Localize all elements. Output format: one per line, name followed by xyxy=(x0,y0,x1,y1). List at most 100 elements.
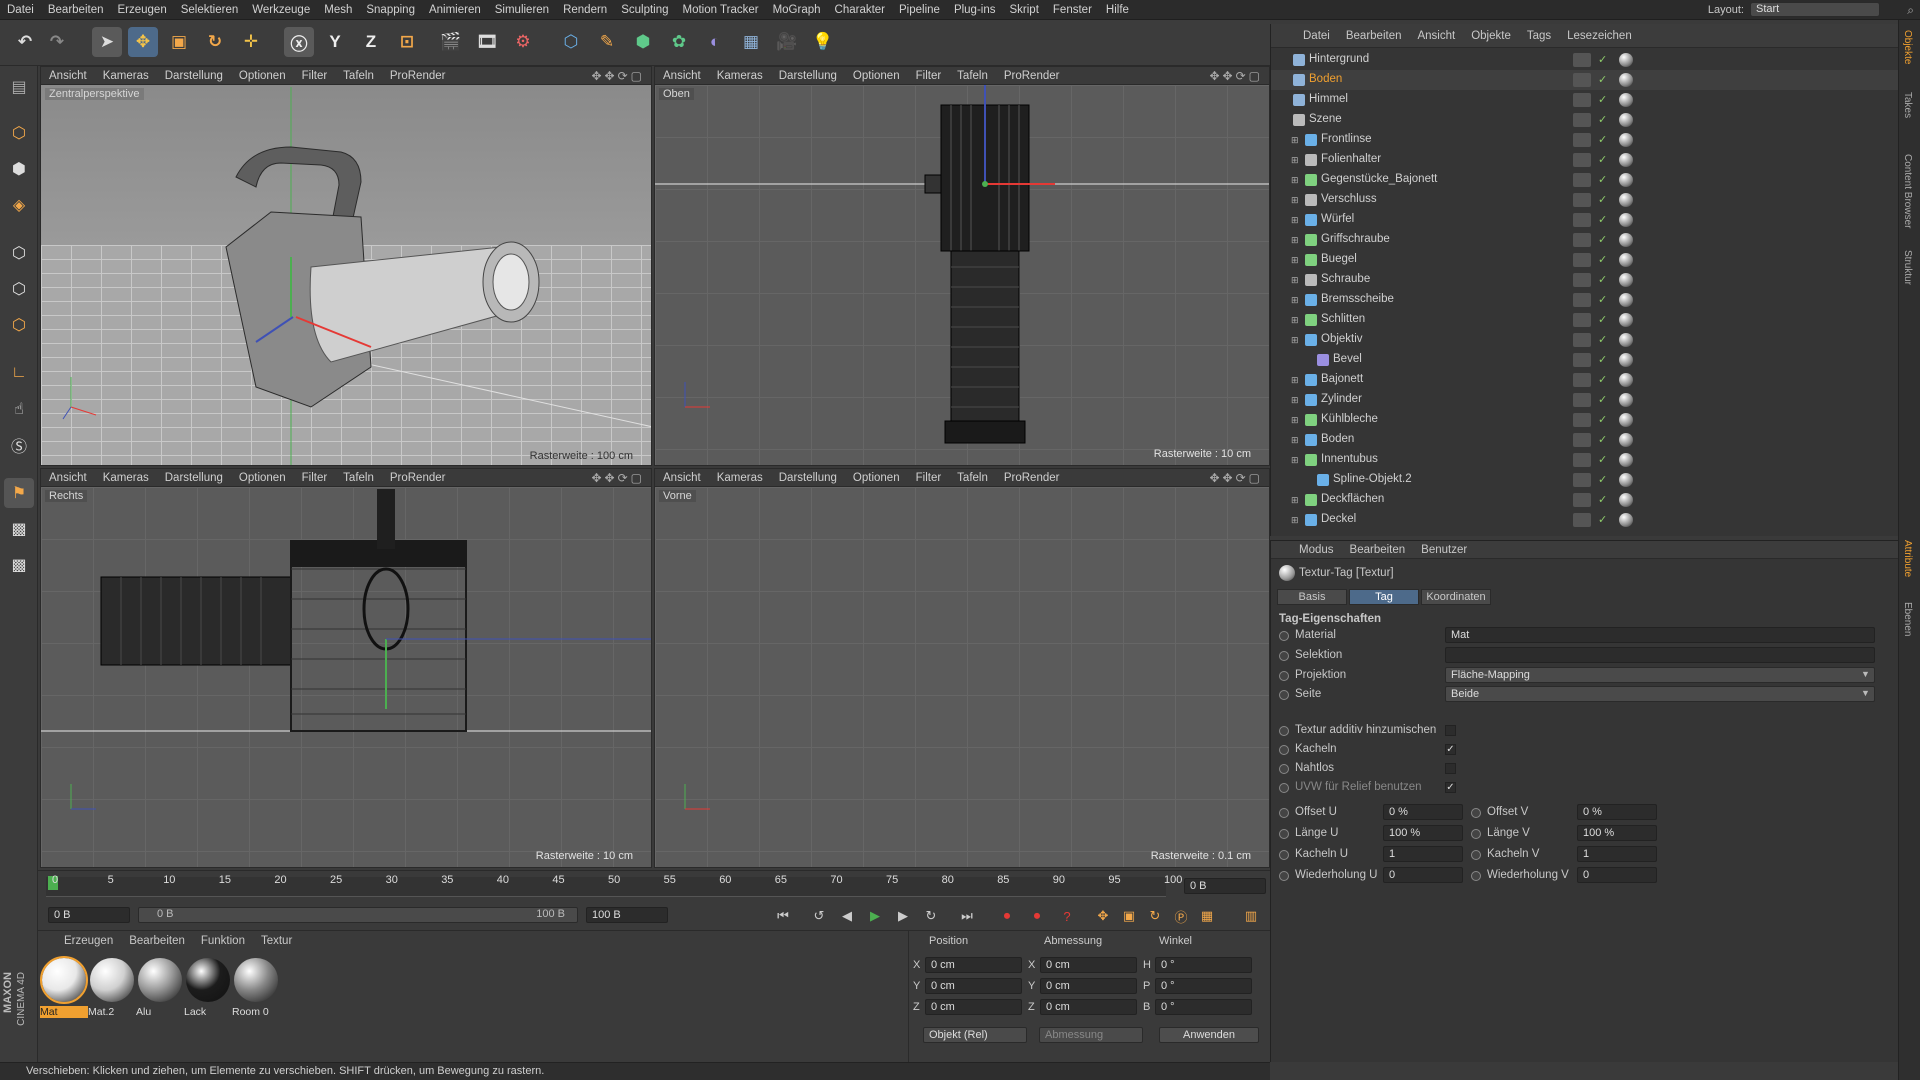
timeline[interactable]: 0 B 0 5 10 15 20 25 30 35 40 45 50 55 60 65 70 75 80 85 90… xyxy=(38,870,1270,902)
viewport-nav-icons[interactable]: ✥✥⟳▢ xyxy=(1209,471,1263,485)
visibility-dots[interactable] xyxy=(1573,273,1591,287)
pair-value-field[interactable]: 0 xyxy=(1383,867,1463,883)
object-row[interactable]: ⊞ Schlitten ✓ xyxy=(1271,310,1899,330)
object-row[interactable]: ⊞ Buegel ✓ xyxy=(1271,250,1899,270)
chevron-down-icon[interactable]: ▼ xyxy=(1861,669,1870,679)
object-menu-item[interactable]: Tags xyxy=(1519,30,1559,42)
object-name[interactable]: Frontlinse xyxy=(1321,133,1372,145)
object-menu-item[interactable]: Datei xyxy=(1295,30,1338,42)
object-name[interactable]: Gegenstücke_Bajonett xyxy=(1321,173,1437,185)
animation-radio[interactable] xyxy=(1279,745,1289,755)
enabled-check-icon[interactable]: ✓ xyxy=(1598,393,1607,406)
animation-radio[interactable] xyxy=(1279,783,1289,793)
pair-value-field[interactable]: 0 % xyxy=(1383,804,1463,820)
visibility-dots[interactable] xyxy=(1573,53,1591,67)
object-name[interactable]: Würfel xyxy=(1321,213,1354,225)
enabled-check-icon[interactable]: ✓ xyxy=(1598,493,1607,506)
chevron-down-icon[interactable]: ▼ xyxy=(1861,688,1870,698)
camera-icon[interactable]: 🎥 xyxy=(772,27,802,57)
visibility-dots[interactable] xyxy=(1573,93,1591,107)
object-row[interactable]: ⊞ Verschluss ✓ xyxy=(1271,190,1899,210)
expand-icon[interactable]: ⊞ xyxy=(1291,335,1299,346)
enabled-check-icon[interactable]: ✓ xyxy=(1598,473,1607,486)
pair-value-field[interactable]: 100 % xyxy=(1577,825,1657,841)
animation-radio[interactable] xyxy=(1279,651,1289,661)
viewport-top[interactable]: Ansicht Kameras Darstellung Optionen Filter T… xyxy=(654,66,1270,466)
visibility-dots[interactable] xyxy=(1573,253,1591,267)
menu-item[interactable]: Snapping xyxy=(359,4,422,16)
object-row[interactable]: ⊞ Gegenstücke_Bajonett ✓ xyxy=(1271,170,1899,190)
previous-frame-icon[interactable]: ◀ xyxy=(836,906,858,926)
material-tag-icon[interactable] xyxy=(1619,353,1633,367)
visibility-dots[interactable] xyxy=(1573,113,1591,127)
animation-radio[interactable] xyxy=(1279,850,1289,860)
checkbox[interactable]: ✓ xyxy=(1445,744,1456,755)
object-row[interactable]: ⊞ Innentubus ✓ xyxy=(1271,450,1899,470)
object-row[interactable]: ⊞ Griffschraube ✓ xyxy=(1271,230,1899,250)
expand-icon[interactable]: ⊞ xyxy=(1291,155,1299,166)
material-tag-icon[interactable] xyxy=(1619,313,1633,327)
enabled-check-icon[interactable]: ✓ xyxy=(1598,73,1607,86)
object-name[interactable]: Boden xyxy=(1309,73,1342,85)
material-tag-icon[interactable] xyxy=(1619,293,1633,307)
visibility-dots[interactable] xyxy=(1573,173,1591,187)
object-menu-item[interactable]: Objekte xyxy=(1463,30,1519,42)
animation-radio[interactable] xyxy=(1279,690,1289,700)
animation-radio[interactable] xyxy=(1279,671,1289,681)
autokey-icon[interactable]: ⏺ xyxy=(1026,906,1048,926)
render-picture-icon[interactable]: 🎞 xyxy=(472,27,502,57)
redo-icon[interactable]: ↷ xyxy=(42,27,72,57)
material-tag-icon[interactable] xyxy=(1619,193,1633,207)
animation-radio[interactable] xyxy=(1471,829,1481,839)
coord-size-field[interactable]: 0 cm xyxy=(1040,978,1137,994)
object-name[interactable]: Schraube xyxy=(1321,273,1370,285)
enabled-check-icon[interactable]: ✓ xyxy=(1598,313,1607,326)
menu-item[interactable]: Werkzeuge xyxy=(245,4,317,16)
enabled-check-icon[interactable]: ✓ xyxy=(1598,93,1607,106)
light-icon[interactable]: 💡 xyxy=(808,27,838,57)
workplane-icon[interactable]: ◈ xyxy=(4,190,34,220)
object-name[interactable]: Himmel xyxy=(1309,93,1348,105)
render-settings-icon[interactable]: ⚙ xyxy=(508,27,538,57)
object-name[interactable]: Buegel xyxy=(1321,253,1357,265)
material-tag-icon[interactable] xyxy=(1619,493,1633,507)
side-tab[interactable]: Content Browser xyxy=(1902,154,1913,228)
visibility-dots[interactable] xyxy=(1573,393,1591,407)
select-tool-icon[interactable]: ➤ xyxy=(92,27,122,57)
enabled-check-icon[interactable]: ✓ xyxy=(1598,353,1607,366)
attribute-menu-item[interactable]: Benutzer xyxy=(1413,544,1475,556)
enabled-check-icon[interactable]: ✓ xyxy=(1598,193,1607,206)
visibility-dots[interactable] xyxy=(1573,133,1591,147)
material-field[interactable]: Mat xyxy=(1445,627,1875,643)
object-row[interactable]: ⊞ Würfel ✓ xyxy=(1271,210,1899,230)
move-tool-icon[interactable]: ✥ xyxy=(128,27,158,57)
spline-pen-icon[interactable]: ✎ xyxy=(592,27,622,57)
object-row[interactable]: ⊞ Boden ✓ xyxy=(1271,430,1899,450)
object-name[interactable]: Folienhalter xyxy=(1321,153,1381,165)
object-menu-item[interactable]: Bearbeiten xyxy=(1338,30,1410,42)
enabled-check-icon[interactable]: ✓ xyxy=(1598,133,1607,146)
object-row[interactable]: ⊞ Schraube ✓ xyxy=(1271,270,1899,290)
visibility-dots[interactable] xyxy=(1573,293,1591,307)
grid-icon[interactable]: ▩ xyxy=(4,550,34,580)
enabled-check-icon[interactable]: ✓ xyxy=(1598,273,1607,286)
viewport-nav-icons[interactable]: ✥✥⟳▢ xyxy=(591,69,645,83)
search-icon[interactable]: ⌕ xyxy=(1907,3,1914,18)
animation-radio[interactable] xyxy=(1279,871,1289,881)
object-name[interactable]: Kühlbleche xyxy=(1321,413,1378,425)
pair-value-field[interactable]: 0 xyxy=(1577,867,1657,883)
object-row[interactable]: ⊞ Deckel ✓ xyxy=(1271,510,1899,530)
axis-z-button[interactable]: Z xyxy=(356,27,386,57)
object-row[interactable]: Hintergrund ✓ xyxy=(1271,50,1899,70)
scale-key-icon[interactable]: ▣ xyxy=(1118,906,1140,926)
material-tag-icon[interactable] xyxy=(1619,53,1633,67)
object-name[interactable]: Boden xyxy=(1321,433,1354,445)
visibility-dots[interactable] xyxy=(1573,153,1591,167)
material-tag-icon[interactable] xyxy=(1619,473,1633,487)
object-name[interactable]: Szene xyxy=(1309,113,1342,125)
expand-icon[interactable]: ⊞ xyxy=(1291,255,1299,266)
object-row[interactable]: ⊞ Folienhalter ✓ xyxy=(1271,150,1899,170)
animation-radio[interactable] xyxy=(1279,808,1289,818)
object-menu-item[interactable]: Ansicht xyxy=(1409,30,1463,42)
scale-tool-icon[interactable]: ▣ xyxy=(164,27,194,57)
